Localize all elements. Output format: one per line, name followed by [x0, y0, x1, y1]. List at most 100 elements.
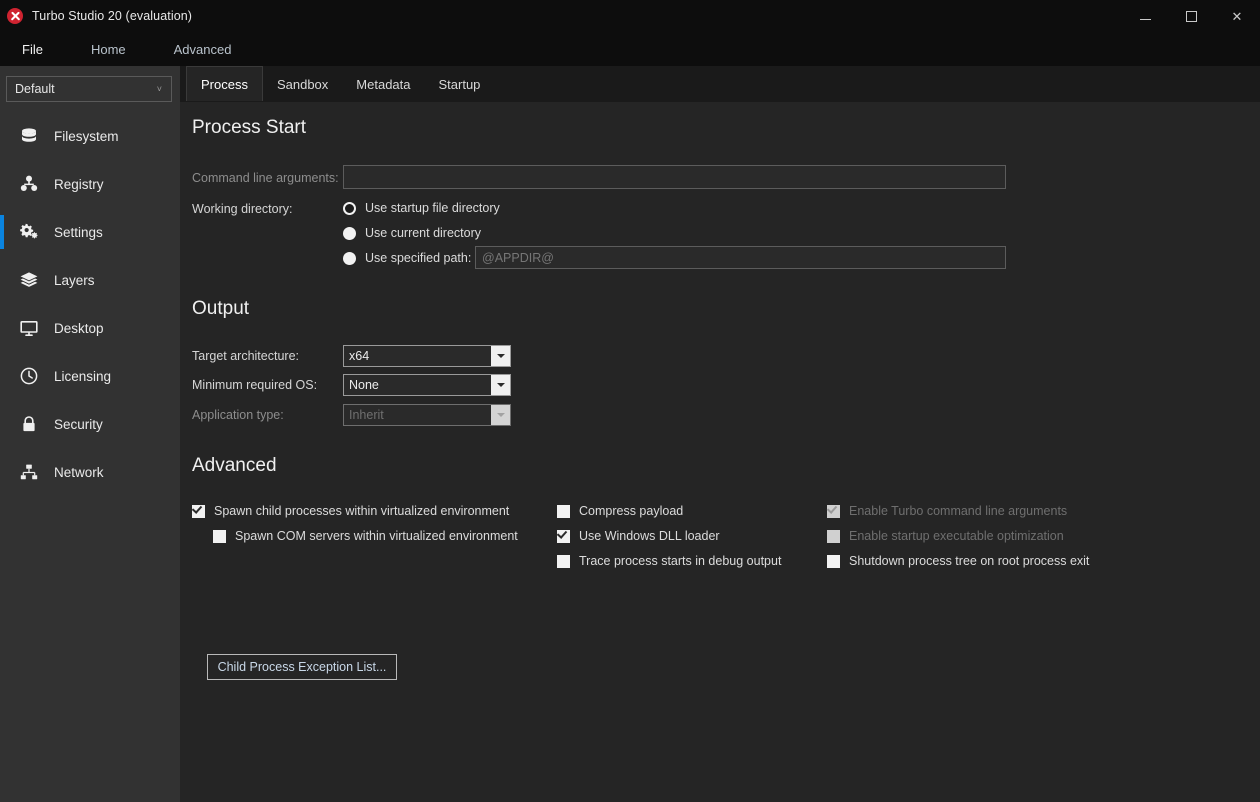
advanced-heading: Advanced [192, 455, 277, 476]
checkbox-enable-startup-executable-optimization: Enable startup executable optimization [827, 529, 1064, 543]
radio-use-current-directory[interactable]: Use current directory [343, 226, 481, 240]
sidebar-item-label: Licensing [54, 368, 112, 384]
checkbox-shutdown-process-tree[interactable]: Shutdown process tree on root process ex… [827, 554, 1089, 568]
checkbox-trace-process-starts[interactable]: Trace process starts in debug output [557, 554, 781, 568]
checkbox-icon [557, 554, 570, 568]
checkbox-icon-checked [191, 502, 205, 518]
checkbox-compress-payload[interactable]: Compress payload [557, 504, 683, 518]
radio-use-specified-path[interactable]: Use specified path: [343, 251, 471, 265]
process-start-heading: Process Start [192, 117, 307, 138]
checkbox-label: Trace process starts in debug output [579, 554, 782, 568]
checkbox-label: Enable Turbo command line arguments [849, 504, 1068, 518]
specified-path-placeholder: @APPDIR@ [482, 250, 554, 265]
sidebar-item-licensing[interactable]: Licensing [0, 352, 180, 400]
sidebar-item-filesystem[interactable]: Filesystem [0, 112, 180, 160]
specified-path-input[interactable]: @APPDIR@ [475, 246, 1006, 269]
menu-item-file[interactable]: File [12, 37, 53, 62]
application-type-value: Inherit [349, 408, 384, 422]
gears-icon [18, 221, 40, 243]
radio-label: Use specified path: [365, 251, 472, 265]
sidebar-item-desktop[interactable]: Desktop [0, 304, 180, 352]
tab-startup[interactable]: Startup [425, 66, 495, 102]
window-title: Turbo Studio 20 (evaluation) [32, 9, 193, 23]
sidebar-item-settings[interactable]: Settings [0, 208, 180, 256]
checkbox-label: Spawn child processes within virtualized… [214, 504, 510, 518]
sidebar-item-label: Settings [54, 224, 103, 240]
checkbox-icon [213, 529, 226, 543]
minimum-required-os-select[interactable]: None [343, 374, 511, 396]
checkbox-icon [827, 554, 840, 568]
title-bar: Turbo Studio 20 (evaluation) ✕ [0, 0, 1260, 32]
minimize-icon [1139, 19, 1151, 20]
profile-select[interactable]: Default ˅ [6, 76, 172, 102]
minimum-required-os-label: Minimum required OS: [192, 378, 318, 392]
menu-item-home[interactable]: Home [81, 37, 136, 62]
checkbox-spawn-com-servers[interactable]: Spawn COM servers within virtualized env… [213, 529, 518, 543]
application-type-label: Application type: [192, 408, 284, 422]
tab-metadata[interactable]: Metadata [342, 66, 424, 102]
tab-sandbox[interactable]: Sandbox [263, 66, 342, 102]
chevron-down-icon[interactable] [491, 346, 510, 366]
sidebar-item-label: Network [54, 464, 104, 480]
maximize-icon [1185, 10, 1197, 22]
minimize-button[interactable] [1122, 0, 1168, 32]
sidebar-item-layers[interactable]: Layers [0, 256, 180, 304]
sidebar-item-label: Registry [54, 176, 104, 192]
target-architecture-select[interactable]: x64 [343, 345, 511, 367]
application-type-select: Inherit [343, 404, 511, 426]
output-heading: Output [192, 298, 250, 319]
sidebar-item-label: Security [54, 416, 103, 432]
network-icon [18, 461, 40, 483]
monitor-icon [18, 317, 40, 339]
radio-icon [343, 226, 356, 240]
radio-icon [343, 251, 356, 265]
turbo-tools-icon [7, 8, 23, 24]
working-directory-label: Working directory: [192, 202, 293, 216]
target-architecture-label: Target architecture: [192, 349, 299, 363]
tab-bar: Process Sandbox Metadata Startup [180, 66, 1260, 102]
checkbox-icon-disabled [827, 529, 840, 543]
target-architecture-value: x64 [349, 349, 370, 363]
command-line-arguments-label: Command line arguments: [192, 171, 339, 185]
checkbox-spawn-child-processes[interactable]: Spawn child processes within virtualized… [191, 502, 510, 518]
database-icon [18, 125, 40, 147]
checkbox-icon-checked [556, 527, 570, 543]
menu-bar: File Home Advanced [0, 32, 1260, 66]
clock-icon [18, 365, 40, 387]
chevron-down-icon: ˅ [156, 83, 162, 94]
checkbox-use-windows-dll-loader[interactable]: Use Windows DLL loader [556, 527, 720, 543]
chevron-down-icon[interactable] [491, 375, 510, 395]
registry-nodes-icon [18, 173, 40, 195]
radio-use-startup-file-directory[interactable]: Use startup file directory [343, 201, 500, 215]
sidebar-item-label: Filesystem [54, 128, 119, 144]
chevron-down-icon [491, 405, 510, 425]
sidebar-item-security[interactable]: Security [0, 400, 180, 448]
sidebar-item-network[interactable]: Network [0, 448, 180, 496]
close-button[interactable]: ✕ [1214, 0, 1260, 32]
child-process-exception-list-button[interactable]: Child Process Exception List... [207, 654, 397, 680]
sidebar-item-registry[interactable]: Registry [0, 160, 180, 208]
maximize-button[interactable] [1168, 0, 1214, 32]
checkbox-icon-checked-disabled [826, 502, 840, 518]
checkbox-label: Compress payload [579, 504, 684, 518]
command-line-arguments-input[interactable] [343, 165, 1006, 189]
checkbox-label: Use Windows DLL loader [579, 529, 720, 543]
lock-icon [18, 413, 40, 435]
radio-label: Use startup file directory [365, 201, 500, 215]
menu-item-advanced[interactable]: Advanced [164, 37, 242, 62]
radio-label: Use current directory [365, 226, 482, 240]
tab-process[interactable]: Process [186, 66, 263, 102]
minimum-required-os-value: None [349, 378, 379, 392]
process-settings-panel: Process Start Command line arguments: Wo… [180, 102, 1260, 802]
sidebar-nav: Filesystem Registry Settings Layers Desk… [0, 112, 180, 496]
window-controls: ✕ [1122, 0, 1260, 32]
checkbox-icon [557, 504, 570, 518]
checkbox-label: Enable startup executable optimization [849, 529, 1064, 543]
checkbox-label: Shutdown process tree on root process ex… [849, 554, 1090, 568]
checkbox-label: Spawn COM servers within virtualized env… [235, 529, 518, 543]
radio-icon-selected [343, 201, 356, 215]
layers-stack-icon [18, 269, 40, 291]
sidebar-item-label: Layers [54, 272, 95, 288]
profile-select-value: Default [15, 82, 55, 96]
checkbox-enable-turbo-command-line-arguments: Enable Turbo command line arguments [826, 502, 1068, 518]
